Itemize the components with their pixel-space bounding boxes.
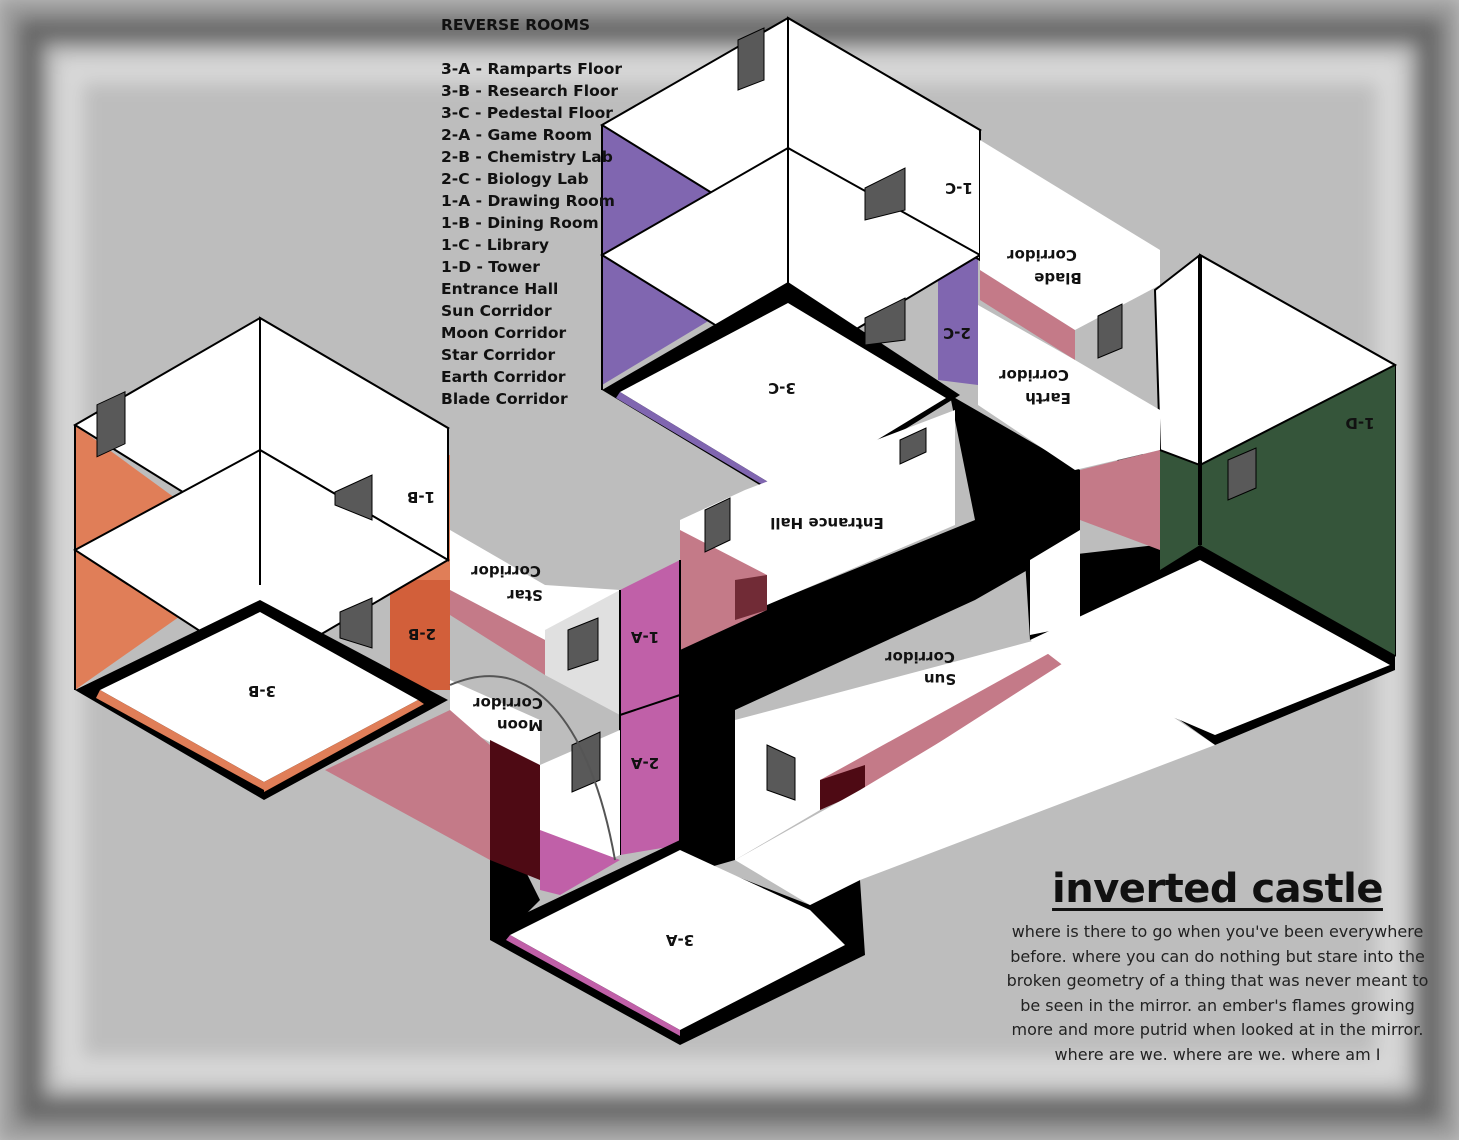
description-line: broken geometry of a thing that was neve… bbox=[1006, 971, 1429, 990]
legend-item: Sun Corridor bbox=[441, 302, 552, 320]
label-3b: 3-B bbox=[248, 682, 276, 700]
legend-item: Star Corridor bbox=[441, 346, 556, 364]
legend-heading: REVERSE ROOMS bbox=[441, 16, 591, 34]
label-sun-1: Sun bbox=[924, 670, 956, 688]
label-star-1: Star bbox=[507, 586, 543, 604]
label-star-2: Corridor bbox=[471, 562, 541, 580]
label-1b: 1-B bbox=[407, 488, 435, 506]
label-entrance-hall: Entrance Hall bbox=[770, 514, 884, 532]
legend-item: 1-D - Tower bbox=[441, 258, 540, 276]
label-2c: 2-C bbox=[943, 324, 971, 342]
reverse-rooms-legend: REVERSE ROOMS 3-A - Ramparts Floor 3-B -… bbox=[441, 14, 622, 410]
description-line: where is there to go when you've been ev… bbox=[1011, 922, 1424, 941]
label-2a: 2-A bbox=[630, 754, 659, 772]
map-title: inverted castle bbox=[1052, 866, 1383, 912]
legend-item: 3-A - Ramparts Floor bbox=[441, 60, 623, 78]
description-line: before. where you can do nothing but sta… bbox=[1010, 946, 1425, 966]
label-2b: 2-B bbox=[408, 625, 436, 643]
legend-item: Blade Corridor bbox=[441, 390, 568, 408]
label-sun-2: Corridor bbox=[885, 648, 955, 666]
legend-item: 1-B - Dining Room bbox=[441, 214, 599, 232]
label-1d: 1-D bbox=[1345, 414, 1374, 432]
description-line: more and more putrid when looked at in t… bbox=[1011, 1020, 1424, 1039]
legend-item: Moon Corridor bbox=[441, 324, 567, 342]
label-earth-1: Earth bbox=[1025, 389, 1071, 407]
legend-item: Earth Corridor bbox=[441, 368, 566, 386]
label-1c: 1-C bbox=[945, 179, 973, 197]
legend-item: Entrance Hall bbox=[441, 280, 559, 298]
label-moon-2: Corridor bbox=[473, 694, 543, 712]
legend-item: 3-B - Research Floor bbox=[441, 82, 619, 100]
label-earth-2: Corridor bbox=[999, 366, 1069, 384]
title-block: inverted castle where is there to go whe… bbox=[1000, 862, 1435, 1067]
description-line: be seen in the mirror. an ember's flames… bbox=[1020, 995, 1415, 1015]
legend-item: 2-B - Chemistry Lab bbox=[441, 148, 613, 166]
label-blade-2: Corridor bbox=[1007, 246, 1077, 264]
legend-item: 1-C - Library bbox=[441, 236, 549, 254]
legend-item: 1-A - Drawing Room bbox=[441, 192, 615, 210]
label-3a: 3-A bbox=[665, 931, 694, 949]
description-line: where are we. where are we. where am I bbox=[1054, 1044, 1381, 1064]
legend-item: 3-C - Pedestal Floor bbox=[441, 104, 613, 122]
label-3c: 3-C bbox=[768, 379, 796, 397]
column-1a-2a bbox=[619, 560, 681, 855]
label-blade-1: Blade bbox=[1034, 269, 1082, 287]
legend-list: 3-A - Ramparts Floor 3-B - Research Floo… bbox=[441, 58, 622, 410]
legend-item: 2-C - Biology Lab bbox=[441, 170, 589, 188]
legend-item: 2-A - Game Room bbox=[441, 126, 593, 144]
label-moon-1: Moon bbox=[497, 716, 543, 734]
label-1a: 1-A bbox=[630, 628, 659, 646]
description: where is there to go when you've been ev… bbox=[1000, 920, 1435, 1067]
